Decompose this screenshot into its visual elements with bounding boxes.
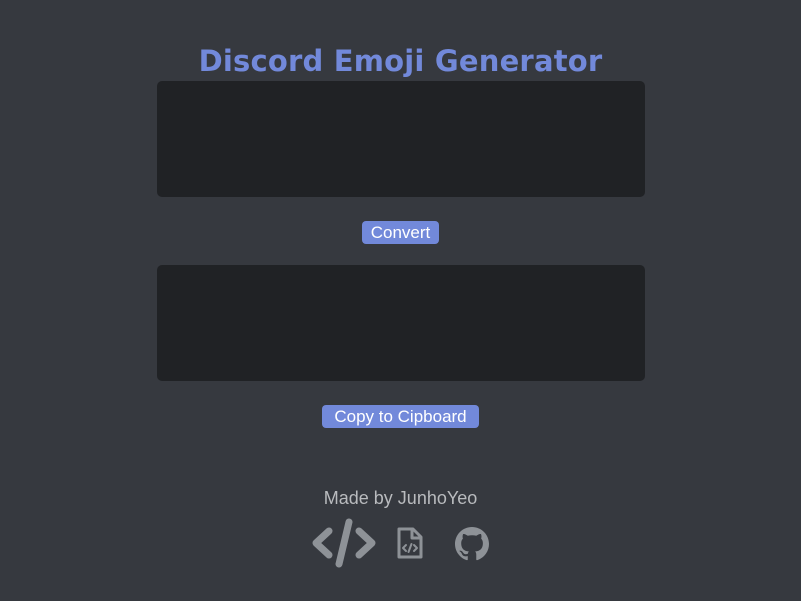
file-code-icon[interactable] bbox=[396, 526, 424, 560]
convert-button[interactable]: Convert bbox=[362, 221, 439, 244]
credit-text: Made by JunhoYeo bbox=[323, 488, 478, 508]
emoji-input-textarea[interactable] bbox=[157, 81, 645, 197]
page-title: Discord Emoji Generator bbox=[198, 44, 603, 79]
copy-to-clipboard-button[interactable]: Copy to Cipboard bbox=[322, 405, 479, 428]
emoji-output-textarea[interactable] bbox=[157, 265, 645, 381]
code-icon[interactable] bbox=[311, 518, 377, 568]
footer-links bbox=[0, 518, 801, 570]
github-icon[interactable] bbox=[455, 527, 489, 561]
